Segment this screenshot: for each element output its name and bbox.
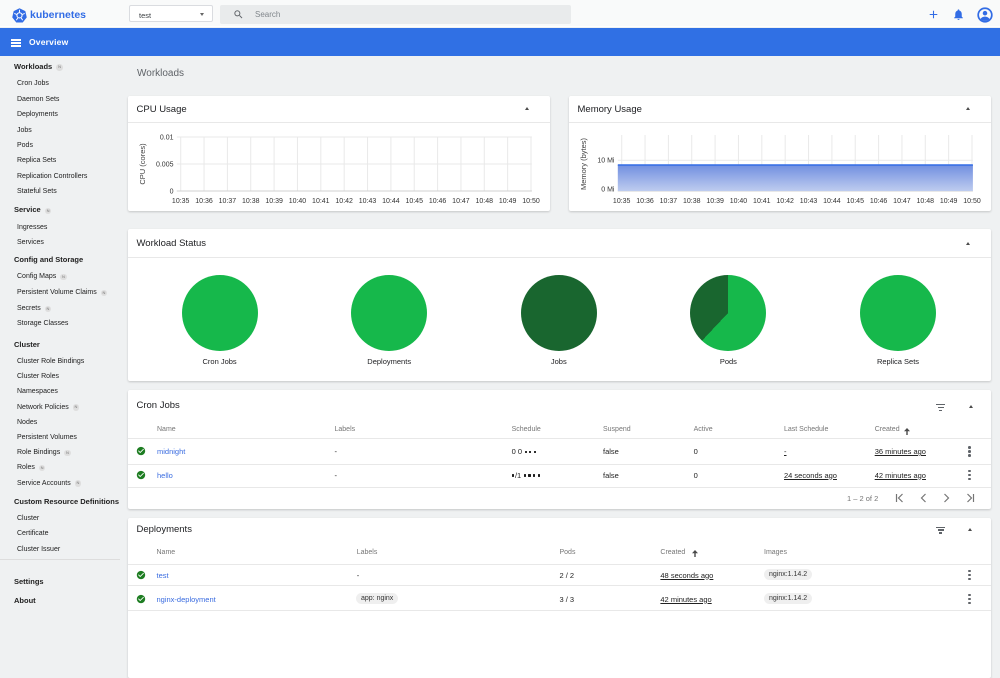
svg-text:10:42: 10:42: [776, 198, 794, 205]
svg-text:10:50: 10:50: [522, 198, 540, 205]
svg-text:10:43: 10:43: [359, 198, 377, 205]
svg-text:0.01: 0.01: [160, 134, 174, 141]
svg-text:10:38: 10:38: [683, 198, 701, 205]
svg-text:10:36: 10:36: [636, 198, 654, 205]
svg-text:10:35: 10:35: [613, 198, 631, 205]
svg-text:10:42: 10:42: [335, 198, 353, 205]
svg-text:10:44: 10:44: [382, 198, 400, 205]
svg-text:0.005: 0.005: [156, 161, 174, 168]
svg-text:10:38: 10:38: [242, 198, 260, 205]
svg-text:10:41: 10:41: [312, 198, 330, 205]
svg-text:10:47: 10:47: [452, 198, 470, 205]
svg-text:CPU (cores): CPU (cores): [138, 143, 147, 185]
svg-text:10:49: 10:49: [940, 198, 958, 205]
svg-text:10:37: 10:37: [660, 198, 678, 205]
svg-text:10:36: 10:36: [195, 198, 213, 205]
svg-text:0: 0: [170, 188, 174, 195]
svg-text:0 Mi: 0 Mi: [601, 186, 615, 193]
svg-text:10:48: 10:48: [476, 198, 494, 205]
svg-text:10 Mi: 10 Mi: [597, 158, 615, 165]
svg-text:Memory (bytes): Memory (bytes): [579, 137, 588, 190]
svg-text:10:41: 10:41: [753, 198, 771, 205]
svg-text:10:44: 10:44: [823, 198, 841, 205]
svg-text:10:50: 10:50: [963, 198, 981, 205]
svg-text:10:45: 10:45: [405, 198, 423, 205]
svg-text:10:35: 10:35: [172, 198, 190, 205]
svg-text:10:46: 10:46: [429, 198, 447, 205]
svg-text:10:40: 10:40: [289, 198, 307, 205]
svg-text:10:46: 10:46: [870, 198, 888, 205]
svg-text:10:40: 10:40: [730, 198, 748, 205]
svg-text:10:43: 10:43: [800, 198, 818, 205]
svg-text:10:45: 10:45: [846, 198, 864, 205]
svg-text:10:39: 10:39: [265, 198, 283, 205]
svg-text:10:48: 10:48: [917, 198, 935, 205]
svg-text:10:49: 10:49: [499, 198, 517, 205]
svg-text:10:47: 10:47: [893, 198, 911, 205]
svg-text:10:39: 10:39: [706, 198, 724, 205]
svg-text:10:37: 10:37: [219, 198, 237, 205]
